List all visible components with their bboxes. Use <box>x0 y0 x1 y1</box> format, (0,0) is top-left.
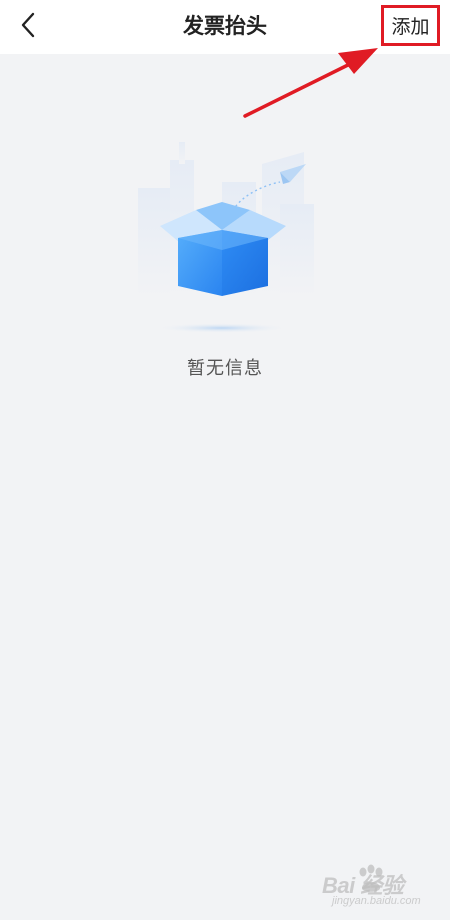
empty-box-illustration <box>138 142 314 333</box>
baidu-watermark: Bai 经验 jingyan.baidu.com <box>318 862 438 912</box>
chevron-left-icon <box>18 11 38 44</box>
back-button[interactable] <box>10 9 46 45</box>
empty-message: 暂无信息 <box>187 358 263 378</box>
watermark-url: jingyan.baidu.com <box>332 895 421 907</box>
add-button[interactable]: 添加 <box>381 5 440 46</box>
app-header: 发票抬头 添加 <box>0 0 450 54</box>
